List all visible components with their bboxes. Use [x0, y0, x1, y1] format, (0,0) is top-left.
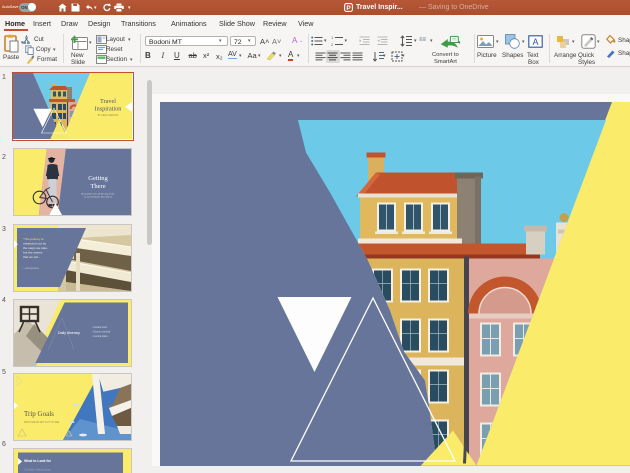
svg-text:There: There	[90, 183, 105, 190]
svg-text:Getting: Getting	[88, 175, 108, 182]
svg-text:• Guided tours: • Guided tours	[92, 326, 108, 329]
svg-text:but the stories: but the stories	[23, 250, 43, 254]
svg-text:1: 1	[331, 36, 334, 40]
svg-text:WHAT WE'VE SET OUT TO SEE: WHAT WE'VE SET OUT TO SEE	[24, 421, 60, 424]
svg-text:Daily Itinerary: Daily Itinerary	[58, 331, 80, 335]
svg-text:• Scenic overlook: • Scenic overlook	[92, 330, 111, 333]
svg-text:Consider visiting longer: Consider visiting longer	[24, 467, 51, 471]
svg-text:2: 2	[331, 42, 334, 46]
svg-text:that we tell...: that we tell...	[23, 255, 41, 259]
svg-text:BY KENJI SERANO: BY KENJI SERANO	[97, 114, 118, 117]
svg-text:—Anonymous: —Anonymous	[23, 267, 39, 270]
svg-text:A: A	[532, 37, 538, 47]
svg-text:No traveler sees all the way t: No traveler sees all the way to the	[82, 192, 116, 195]
svg-text:"The journey is: "The journey is	[23, 237, 44, 241]
svg-text:Inspiration: Inspiration	[94, 105, 121, 112]
svg-text:• Central plaza: • Central plaza	[92, 335, 108, 338]
svg-text:What to Look for: What to Look for	[24, 459, 52, 463]
svg-text:Travel: Travel	[100, 98, 116, 105]
svg-text:as we tell stories the truth s: as we tell stories the truth sit	[84, 195, 112, 198]
svg-text:the steps we take,: the steps we take,	[23, 246, 48, 250]
svg-text:measured not by: measured not by	[23, 241, 46, 245]
svg-text:Trip Goals: Trip Goals	[24, 410, 54, 418]
svg-text:P: P	[346, 5, 351, 12]
